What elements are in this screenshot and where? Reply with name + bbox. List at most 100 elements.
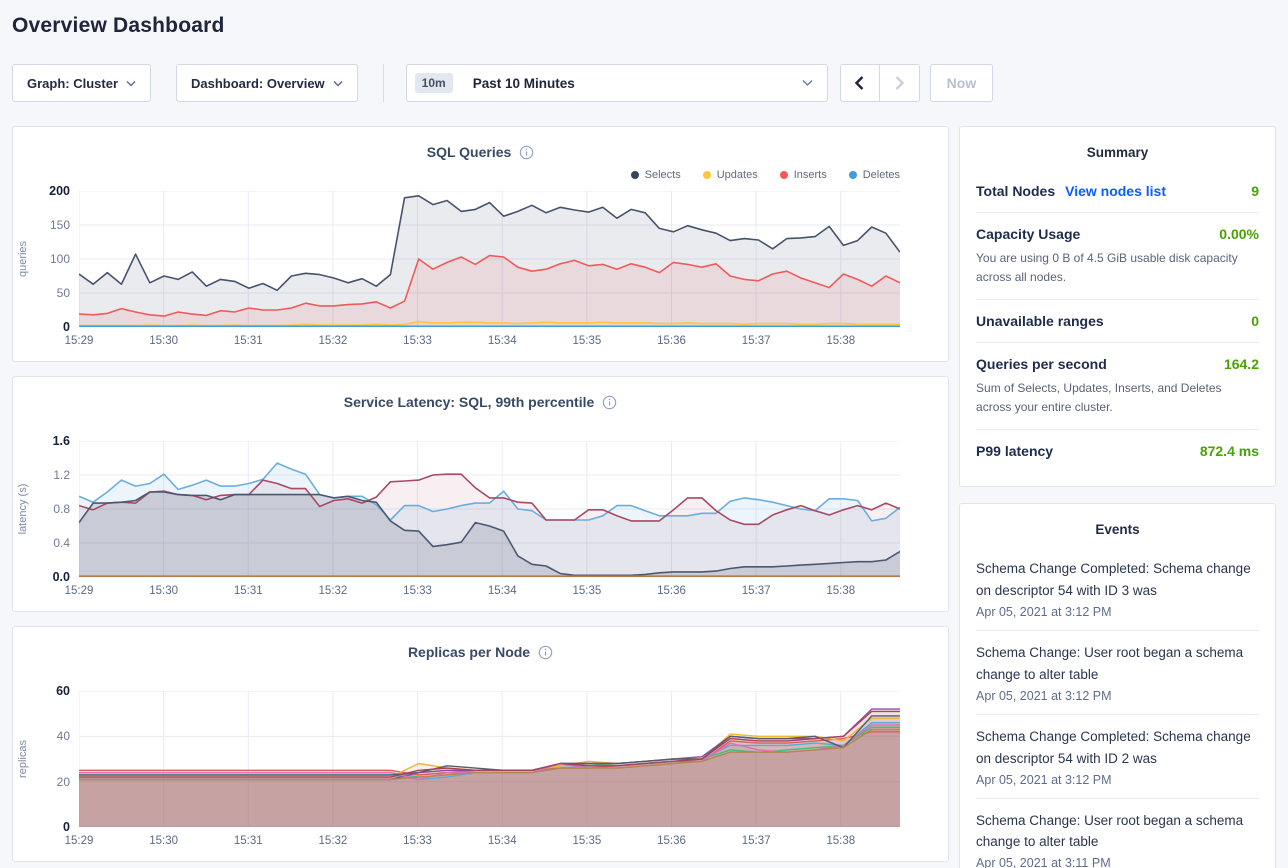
service-latency-chart-panel: Service Latency: SQL, 99th percentilelat…	[12, 376, 949, 612]
x-tick-label: 15:36	[657, 585, 686, 597]
event-timestamp: Apr 05, 2021 at 3:11 PM	[976, 856, 1259, 868]
legend-dot-icon	[780, 171, 788, 179]
event-list-item: Schema Change: User root began a schema …	[976, 630, 1259, 714]
x-tick-label: 15:29	[65, 335, 94, 347]
summary-panel: Summary Total Nodes View nodes list 9 Ca…	[959, 126, 1276, 487]
y-axis-label: replicas	[17, 740, 29, 778]
chart-title: Replicas per Node	[408, 644, 530, 660]
legend-dot-icon	[703, 171, 711, 179]
x-axis: 15:2915:3015:3115:3215:3315:3415:3515:36…	[79, 831, 900, 851]
p99-latency-value: 872.4 ms	[1200, 443, 1259, 459]
event-list-item: Schema Change Completed: Schema change o…	[976, 547, 1259, 630]
x-tick-label: 15:35	[572, 335, 601, 347]
chart-plot-area[interactable]: replicas0204060	[79, 691, 900, 827]
x-tick-label: 15:34	[488, 585, 517, 597]
p99-latency-label: P99 latency	[976, 443, 1053, 459]
time-back-button[interactable]	[840, 64, 880, 102]
chart-plot-area[interactable]: queries050100150200	[79, 191, 900, 327]
summary-row-qps: Queries per second 164.2 Sum of Selects,…	[976, 342, 1259, 429]
event-list-item: Schema Change: User root began a schema …	[976, 798, 1259, 868]
total-nodes-label: Total Nodes	[976, 183, 1055, 199]
x-tick-label: 15:36	[657, 335, 686, 347]
time-forward-button[interactable]	[880, 64, 920, 102]
chevron-right-icon	[895, 76, 904, 90]
x-tick-label: 15:35	[572, 835, 601, 847]
summary-row-p99: P99 latency 872.4 ms	[976, 429, 1259, 472]
x-tick-label: 15:38	[826, 585, 855, 597]
y-tick-label: 0.4	[53, 536, 70, 550]
x-tick-label: 15:38	[826, 335, 855, 347]
unavailable-ranges-label: Unavailable ranges	[976, 313, 1104, 329]
event-timestamp: Apr 05, 2021 at 3:12 PM	[976, 773, 1259, 787]
total-nodes-value: 9	[1251, 183, 1259, 199]
x-tick-label: 15:31	[234, 585, 263, 597]
y-tick-label: 20	[57, 775, 70, 789]
capacity-usage-caption: You are using 0 B of 4.5 GiB usable disk…	[976, 249, 1259, 286]
capacity-usage-value: 0.00%	[1219, 226, 1259, 242]
qps-caption: Sum of Selects, Updates, Inserts, and De…	[976, 379, 1259, 416]
legend-item: Deletes	[849, 167, 900, 183]
main-content: SQL QueriesSelectsUpdatesInsertsDeletesq…	[12, 126, 1276, 868]
graph-scope-label: Graph: Cluster	[27, 76, 118, 91]
chevron-down-icon	[802, 79, 813, 87]
y-tick-label: 0	[63, 320, 70, 334]
x-tick-label: 15:34	[488, 335, 517, 347]
summary-title: Summary	[976, 141, 1259, 170]
graph-scope-dropdown[interactable]: Graph: Cluster	[12, 64, 151, 102]
y-tick-label: 1.2	[53, 468, 70, 482]
time-range-picker[interactable]: 10m Past 10 Minutes	[406, 64, 828, 102]
chevron-left-icon	[855, 76, 864, 90]
toolbar-divider	[383, 64, 384, 102]
x-tick-label: 15:30	[149, 335, 178, 347]
x-tick-label: 15:31	[234, 835, 263, 847]
y-tick-label: 100	[50, 252, 70, 266]
view-nodes-list-link[interactable]: View nodes list	[1065, 183, 1166, 199]
events-title: Events	[976, 518, 1259, 547]
qps-value: 164.2	[1224, 356, 1259, 372]
x-axis: 15:2915:3015:3115:3215:3315:3415:3515:36…	[79, 331, 900, 351]
x-tick-label: 15:33	[403, 585, 432, 597]
time-step-buttons	[840, 64, 920, 102]
event-timestamp: Apr 05, 2021 at 3:12 PM	[976, 605, 1259, 619]
x-tick-label: 15:32	[319, 585, 348, 597]
chevron-down-icon	[333, 80, 343, 87]
event-list-item: Schema Change Completed: Schema change o…	[976, 714, 1259, 798]
y-tick-label: 0.0	[53, 570, 70, 584]
overview-dashboard-page: Overview Dashboard Graph: Cluster Dashbo…	[0, 0, 1288, 868]
qps-label: Queries per second	[976, 356, 1107, 372]
x-tick-label: 15:32	[319, 335, 348, 347]
event-message: Schema Change: User root began a schema …	[976, 642, 1259, 686]
events-panel: Events Schema Change Completed: Schema c…	[959, 503, 1276, 868]
x-tick-label: 15:30	[149, 585, 178, 597]
capacity-usage-label: Capacity Usage	[976, 226, 1080, 242]
x-tick-label: 15:37	[742, 585, 771, 597]
y-tick-label: 50	[57, 286, 70, 300]
dashboard-dropdown[interactable]: Dashboard: Overview	[176, 64, 358, 102]
event-timestamp: Apr 05, 2021 at 3:12 PM	[976, 689, 1259, 703]
info-icon[interactable]	[538, 645, 553, 660]
sidebar-column: Summary Total Nodes View nodes list 9 Ca…	[959, 126, 1276, 868]
dashboard-dropdown-label: Dashboard: Overview	[191, 76, 325, 91]
y-tick-label: 1.6	[53, 434, 70, 448]
x-tick-label: 15:30	[149, 835, 178, 847]
legend-item: Selects	[631, 167, 681, 183]
y-tick-label: 0.8	[53, 502, 70, 516]
chart-plot-area[interactable]: latency (s)0.00.40.81.21.6	[79, 441, 900, 577]
now-button[interactable]: Now	[930, 64, 994, 102]
y-axis-label: latency (s)	[17, 484, 29, 535]
x-tick-label: 15:38	[826, 835, 855, 847]
chart-title: SQL Queries	[427, 144, 512, 160]
y-axis-label: queries	[17, 241, 29, 277]
time-range-label: Past 10 Minutes	[473, 76, 794, 91]
event-message: Schema Change Completed: Schema change o…	[976, 558, 1259, 602]
x-tick-label: 15:36	[657, 835, 686, 847]
x-tick-label: 15:31	[234, 335, 263, 347]
x-tick-label: 15:33	[403, 835, 432, 847]
dashboard-toolbar: Graph: Cluster Dashboard: Overview 10m P…	[12, 64, 1276, 102]
summary-row-total-nodes: Total Nodes View nodes list 9	[976, 170, 1259, 212]
summary-row-capacity: Capacity Usage 0.00% You are using 0 B o…	[976, 212, 1259, 299]
info-icon[interactable]	[519, 145, 534, 160]
x-tick-label: 15:35	[572, 585, 601, 597]
info-icon[interactable]	[602, 395, 617, 410]
x-tick-label: 15:29	[65, 585, 94, 597]
